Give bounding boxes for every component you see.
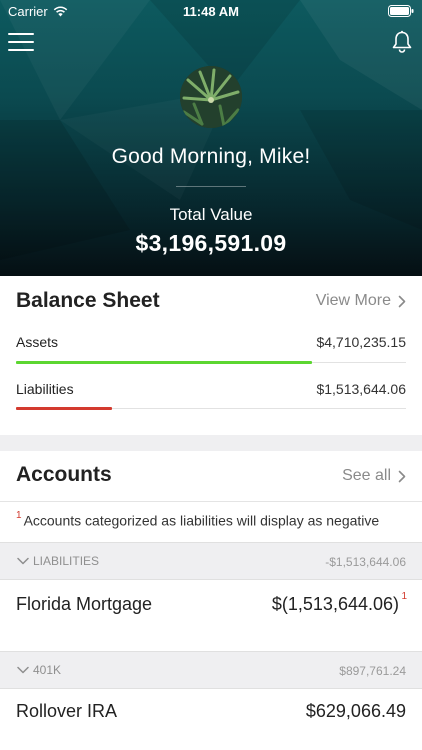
- liabilities-bar-fill: [16, 407, 112, 410]
- account-value: $629,066.49: [305, 701, 406, 721]
- assets-label: Assets: [16, 334, 59, 350]
- liabilities-value: $1,513,644.06: [316, 381, 406, 397]
- accounts-divider: [0, 501, 422, 502]
- chevron-right-icon: [398, 470, 406, 482]
- bell-icon[interactable]: [391, 30, 413, 54]
- view-more-link[interactable]: View More: [316, 292, 406, 310]
- avatar[interactable]: [180, 66, 242, 128]
- balance-sheet-card: Balance Sheet View More Assets $4,710,23…: [0, 276, 422, 435]
- liabilities-label: Liabilities: [16, 381, 74, 397]
- greeting-text: Good Morning, Mike!: [111, 145, 311, 168]
- account-marker: 1: [401, 591, 407, 602]
- status-time: 11:48 AM: [183, 4, 239, 19]
- battery-icon: [388, 5, 414, 17]
- status-bar: Carrier 11:48 AM: [0, 0, 422, 24]
- liabilities-note: 1 Accounts categorized as liabilities wil…: [16, 510, 380, 529]
- group-label: LIABILITIES: [33, 554, 100, 568]
- balance-sheet-title: Balance Sheet: [16, 289, 160, 312]
- note-marker: 1: [16, 510, 22, 521]
- header-divider: [176, 186, 246, 187]
- liabilities-bar: [16, 407, 406, 410]
- chevron-down-icon: [17, 666, 29, 674]
- view-more-label: View More: [315, 292, 391, 309]
- group-header-401k[interactable]: 401K $897,761.24: [0, 651, 422, 689]
- group-header-liabilities[interactable]: LIABILITIES -$1,513,644.06: [0, 542, 422, 580]
- assets-bar-fill: [16, 361, 313, 364]
- chevron-right-icon: [398, 295, 406, 307]
- see-all-label: See all: [342, 467, 391, 484]
- total-value-label: Total Value: [169, 205, 253, 224]
- avatar-image: [180, 66, 242, 128]
- header-banner: Carrier 11:48 AM Good Morning, Mike! Tot…: [0, 0, 422, 276]
- account-name: Florida Mortgage: [16, 594, 153, 614]
- chevron-down-icon: [17, 557, 29, 565]
- note-text: Accounts categorized as liabilities will…: [23, 512, 380, 529]
- see-all-link[interactable]: See all: [342, 467, 406, 485]
- group-name: LIABILITIES: [17, 554, 99, 568]
- group-name: 401K: [17, 663, 61, 677]
- account-value: $(1,513,644.06) 1: [271, 591, 407, 615]
- group-label: 401K: [33, 663, 62, 677]
- total-value-amount: $3,196,591.09: [135, 230, 287, 256]
- assets-value: $4,710,235.15: [316, 334, 406, 350]
- group-total: $897,761.24: [339, 664, 406, 678]
- group-total: -$1,513,644.06: [325, 555, 406, 569]
- account-row-rollover-ira[interactable]: Rollover IRA $629,066.49: [0, 690, 422, 750]
- assets-bar: [16, 361, 406, 364]
- account-row-florida-mortgage[interactable]: Florida Mortgage $(1,513,644.06) 1: [0, 581, 422, 651]
- account-amount: $(1,513,644.06): [271, 594, 399, 614]
- accounts-title: Accounts: [16, 463, 112, 486]
- account-name: Rollover IRA: [16, 701, 118, 721]
- menu-icon[interactable]: [8, 33, 34, 53]
- accounts-card: Accounts See all 1 Accounts categorized a…: [0, 451, 422, 750]
